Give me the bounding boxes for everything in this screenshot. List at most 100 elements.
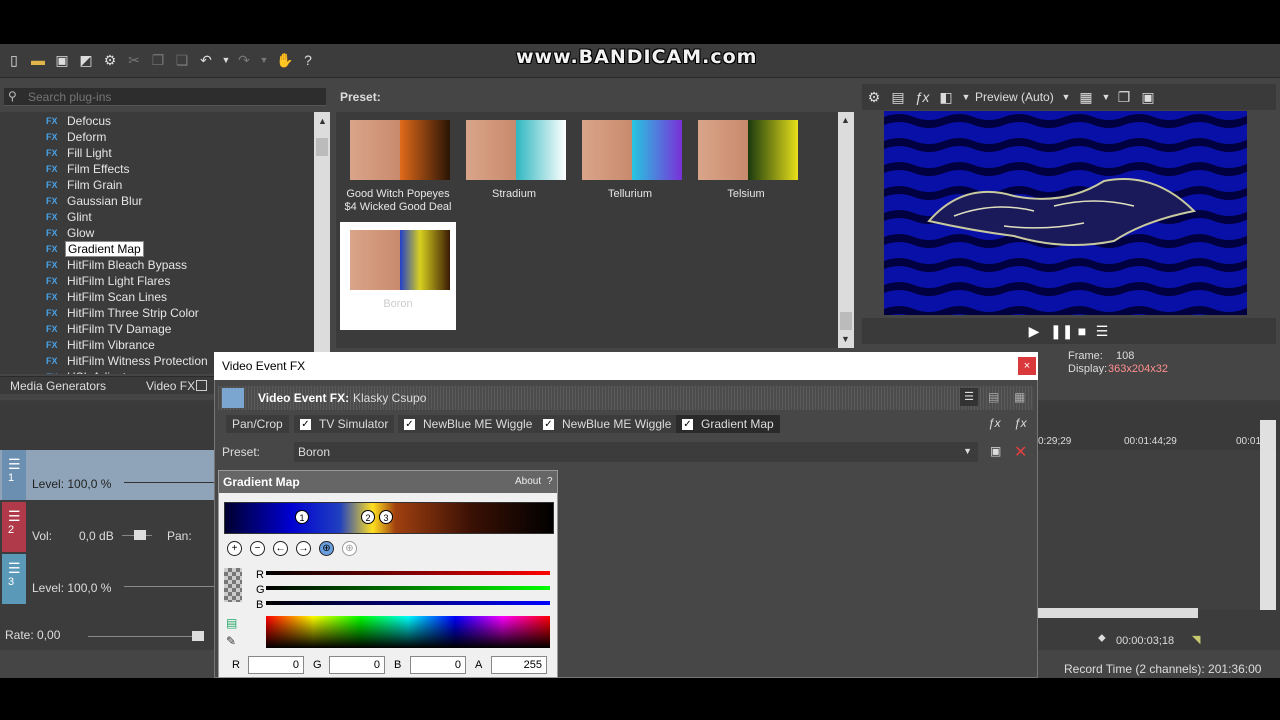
plugin-item[interactable]: FX Defocus <box>46 112 113 128</box>
video-track-1[interactable]: ☰ 1 Level: 100,0 % <box>0 450 214 500</box>
preset-stradium[interactable]: Stradium <box>456 112 572 220</box>
move-right-icon[interactable]: → <box>296 541 311 556</box>
copy-snapshot-icon[interactable]: ❐ <box>1116 89 1132 105</box>
grid-icon[interactable]: ▦ <box>1078 89 1094 105</box>
plugin-item[interactable]: FX Glow <box>46 224 96 240</box>
plugin-search[interactable]: ⚲ <box>4 88 326 106</box>
color-spectrum[interactable] <box>266 616 550 648</box>
plugin-item[interactable]: FX HitFilm Scan Lines <box>46 288 169 304</box>
undo-icon[interactable]: ↶ <box>198 52 214 68</box>
plugin-item[interactable]: FX HitFilm Witness Protection <box>46 352 210 368</box>
gradient-stop-3[interactable]: 3 <box>379 510 393 524</box>
vol-slider-thumb[interactable] <box>134 530 146 540</box>
preset-good-witch[interactable]: Good Witch Popeyes $4 Wicked Good Deal <box>340 112 456 220</box>
about-button[interactable]: About <box>515 476 541 487</box>
plugin-item[interactable]: FX Film Grain <box>46 176 124 192</box>
add-fx-icon[interactable]: ƒx <box>988 416 1001 430</box>
fx-chain-button[interactable]: Pan/Crop <box>226 415 289 433</box>
track-menu-icon[interactable]: ☰ <box>8 508 21 525</box>
menu-icon[interactable]: ☰ <box>1094 323 1110 339</box>
plugin-item[interactable]: FX HitFilm Bleach Bypass <box>46 256 189 272</box>
render-icon[interactable]: ◩ <box>78 52 94 68</box>
whats-this-icon[interactable]: ? <box>300 52 316 68</box>
hand-icon[interactable]: ✋ <box>276 52 293 68</box>
scroll-down-icon[interactable]: ▼ <box>841 334 850 344</box>
pause-icon[interactable]: ❚❚ <box>1050 323 1073 339</box>
audio-track-2[interactable]: ☰ 2 Vol: 0,0 dB Pan: <box>0 502 214 552</box>
plugin-item[interactable]: FX Fill Light <box>46 144 114 160</box>
blue-slider[interactable] <box>266 601 550 605</box>
list-view-icon[interactable]: ☰ <box>960 388 978 406</box>
level-slider[interactable] <box>124 586 214 587</box>
plugin-item[interactable]: FX Glint <box>46 208 94 224</box>
eyedropper-icon[interactable]: ✎ <box>226 634 236 648</box>
save-preset-icon[interactable]: ▣ <box>990 444 1001 458</box>
fx-enable-checkbox[interactable]: ✓ <box>543 419 554 431</box>
fx-chain-button[interactable]: ✓ Gradient Map <box>676 415 780 433</box>
quality-dropdown-icon[interactable]: ▼ <box>1058 89 1074 105</box>
plugin-tree-scrollbar[interactable]: ▲ <box>314 112 330 374</box>
fx-chain-button[interactable]: ✓ NewBlue ME Wiggle <box>398 415 539 433</box>
r-value-field[interactable]: 0 <box>248 656 304 674</box>
green-slider[interactable] <box>266 586 550 590</box>
fx-chain-button[interactable]: ✓ NewBlue ME Wiggle <box>537 415 678 433</box>
cut-icon[interactable]: ✂ <box>126 52 142 68</box>
fx-chain-button[interactable]: ✓ TV Simulator <box>294 415 395 433</box>
split-screen-icon[interactable]: ◧ <box>938 89 954 105</box>
track-menu-icon[interactable]: ☰ <box>8 560 21 577</box>
plugin-item[interactable]: FX Gradient Map <box>46 240 144 257</box>
close-icon[interactable]: × <box>1018 357 1036 375</box>
plugin-item[interactable]: FX Deform <box>46 128 108 144</box>
plugin-item[interactable]: FX HitFilm Light Flares <box>46 272 172 288</box>
rate-slider[interactable] <box>88 636 198 637</box>
copy-icon[interactable]: ❐ <box>150 52 166 68</box>
scroll-up-icon[interactable]: ▲ <box>318 116 327 126</box>
plugin-item[interactable]: FX Film Effects <box>46 160 131 176</box>
detail-view-icon[interactable]: ▤ <box>988 390 999 404</box>
scroll-thumb[interactable] <box>316 138 328 156</box>
save-snapshot-icon[interactable]: ▣ <box>1140 89 1156 105</box>
level-slider[interactable] <box>124 482 214 483</box>
tab-video-fx[interactable]: Video FX <box>146 379 195 393</box>
device-icon[interactable]: ▤ <box>890 89 906 105</box>
tab-media-generators[interactable]: Media Generators <box>10 379 106 393</box>
red-slider[interactable] <box>266 571 550 575</box>
grid-view-icon[interactable]: ▦ <box>1014 390 1025 404</box>
g-value-field[interactable]: 0 <box>329 656 385 674</box>
play-icon[interactable]: ▶ <box>1026 323 1042 339</box>
redo-icon[interactable]: ↷ <box>236 52 252 68</box>
remove-stop-icon[interactable]: − <box>250 541 265 556</box>
preset-telsium[interactable]: Telsium <box>688 112 804 220</box>
grid-dropdown-icon[interactable]: ▼ <box>1098 89 1114 105</box>
preview-quality-select[interactable]: Preview (Auto) <box>975 90 1054 104</box>
delete-preset-icon[interactable]: ✕ <box>1014 442 1027 462</box>
settings-icon[interactable]: ⚙ <box>102 52 118 68</box>
global-icon[interactable]: ⊕ <box>319 541 334 556</box>
stop-icon[interactable]: ■ <box>1074 323 1090 339</box>
undo-dropdown-icon[interactable]: ▼ <box>218 52 234 68</box>
fx-icon[interactable]: ƒx <box>914 89 930 105</box>
plugin-item[interactable]: FX HitFilm Three Strip Color <box>46 304 201 320</box>
b-value-field[interactable]: 0 <box>410 656 466 674</box>
fx-enable-checkbox[interactable]: ✓ <box>300 419 311 431</box>
remove-fx-icon[interactable]: ƒx <box>1014 416 1027 430</box>
preview-settings-icon[interactable]: ⚙ <box>866 89 882 105</box>
rate-slider-thumb[interactable] <box>192 631 204 641</box>
gradient-stop-1[interactable]: 1 <box>295 510 309 524</box>
redo-dropdown-icon[interactable]: ▼ <box>256 52 272 68</box>
add-stop-icon[interactable]: + <box>227 541 242 556</box>
scroll-up-icon[interactable]: ▲ <box>841 115 850 125</box>
move-left-icon[interactable]: ← <box>273 541 288 556</box>
search-input[interactable] <box>28 88 318 106</box>
plugin-item[interactable]: FX HSL Adjust <box>46 368 128 374</box>
track-menu-icon[interactable]: ☰ <box>8 456 21 473</box>
timeline-hscroll[interactable] <box>1038 608 1198 618</box>
help-button[interactable]: ? <box>547 476 553 487</box>
paste-icon[interactable]: ❏ <box>174 52 190 68</box>
gradient-stop-2[interactable]: 2 <box>361 510 375 524</box>
reset-icon[interactable]: ⊕ <box>342 541 357 556</box>
a-value-field[interactable]: 255 <box>491 656 547 674</box>
color-palette-icon[interactable]: ▤ <box>226 616 237 630</box>
timeline-track-area[interactable] <box>1038 450 1260 610</box>
save-icon[interactable]: ▣ <box>54 52 70 68</box>
